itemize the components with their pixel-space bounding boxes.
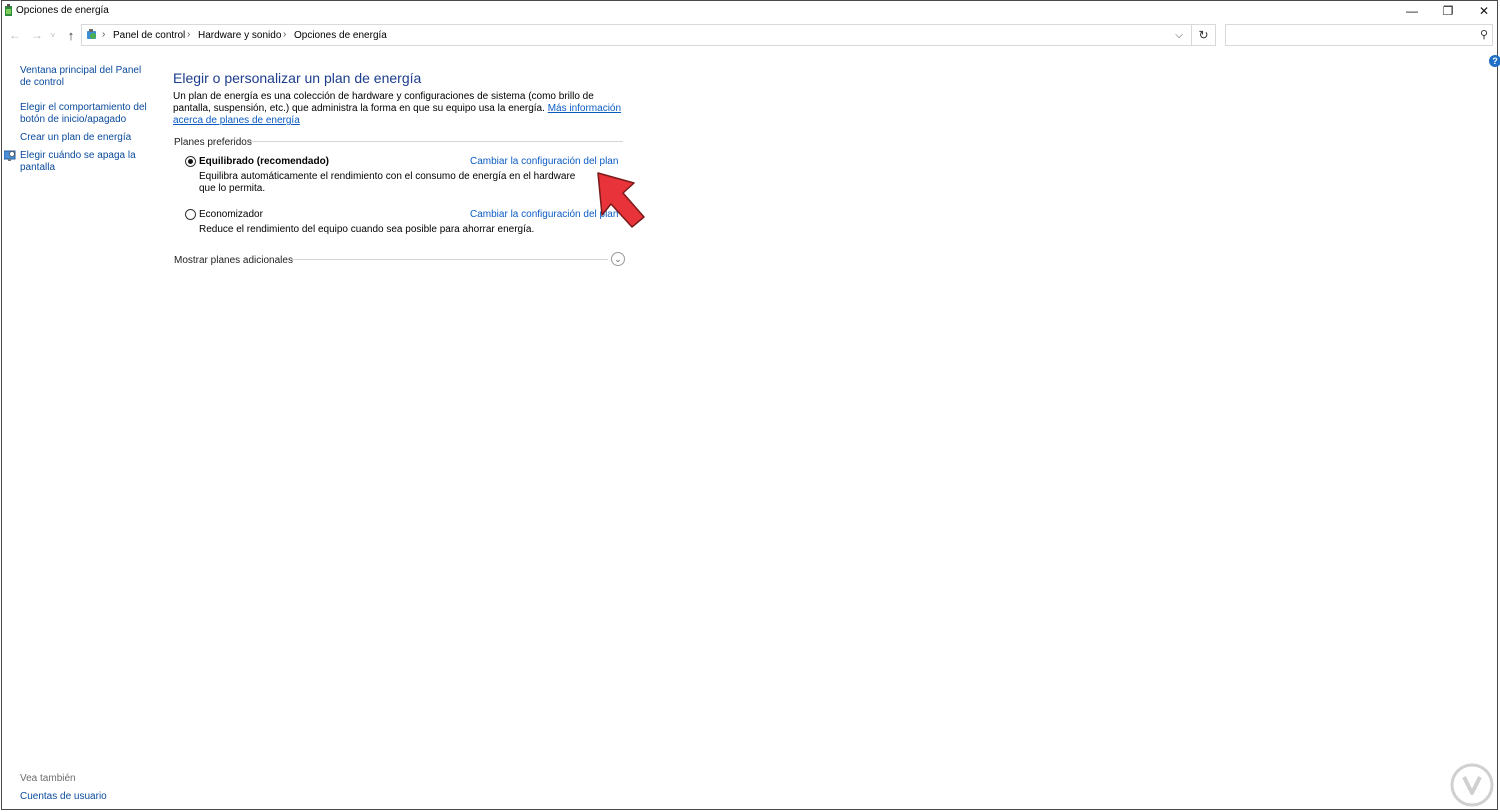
plan-name-power-saver[interactable]: Economizador <box>199 209 263 220</box>
sidebar-link-create-power-plan[interactable]: Crear un plan de energía <box>20 132 150 144</box>
plan-radio-balanced[interactable] <box>185 156 196 167</box>
up-button[interactable]: ↑ <box>62 26 80 44</box>
control-panel-icon <box>87 29 96 39</box>
address-dropdown-icon[interactable]: ⌵ <box>1171 27 1187 43</box>
see-also-label: Vea también <box>20 773 76 784</box>
watermark-logo-icon <box>1450 763 1494 807</box>
recent-locations-button[interactable]: ˅ <box>48 26 58 44</box>
breadcrumb-separator: › <box>187 29 191 40</box>
plan-name-balanced[interactable]: Equilibrado (recomendado) <box>199 156 329 167</box>
back-button[interactable]: ← <box>6 26 24 44</box>
breadcrumb-panel-de-control[interactable]: Panel de control <box>113 30 185 41</box>
sidebar-link-control-panel-home[interactable]: Ventana principal del Panel de control <box>20 65 150 89</box>
sidebar-link-power-button-behavior[interactable]: Elegir el comportamiento del botón de in… <box>20 102 150 126</box>
plan-description-balanced: Equilibra automáticamente el rendimiento… <box>199 171 576 194</box>
change-plan-settings-link-balanced[interactable]: Cambiar la configuración del plan <box>470 156 618 167</box>
expand-chevron-icon[interactable]: ⌄ <box>611 252 625 266</box>
power-options-window: Opciones de energía — ❐ ✕ ← → ˅ ↑ › Pane… <box>1 0 1500 810</box>
sidebar-link-user-accounts[interactable]: Cuentas de usuario <box>20 791 150 803</box>
plan-radio-power-saver[interactable] <box>185 209 196 220</box>
search-icon: ⚲ <box>1479 29 1488 41</box>
minimize-button[interactable]: — <box>1394 1 1430 21</box>
maximize-button[interactable]: ❐ <box>1430 1 1466 21</box>
address-bar[interactable]: › Panel de control › Hardware y sonido ›… <box>81 24 1192 46</box>
close-button[interactable]: ✕ <box>1466 1 1500 21</box>
search-input[interactable]: ⚲ <box>1225 24 1493 46</box>
intro-paragraph: Un plan de energía es una colección de h… <box>173 91 633 127</box>
display-shield-icon <box>4 150 16 161</box>
help-icon[interactable]: ? <box>1489 55 1500 67</box>
section-divider <box>250 141 623 142</box>
forward-button[interactable]: → <box>28 26 46 44</box>
additional-plans-divider <box>290 259 608 260</box>
power-options-icon <box>5 4 12 16</box>
breadcrumb-hardware-y-sonido[interactable]: Hardware y sonido <box>198 30 281 41</box>
show-additional-plans-label[interactable]: Mostrar planes adicionales <box>174 255 293 266</box>
breadcrumb-opciones-de-energia[interactable]: Opciones de energía <box>294 30 387 41</box>
breadcrumb-separator: › <box>283 29 287 40</box>
page-title: Elegir o personalizar un plan de energía <box>173 70 422 86</box>
title-bar: Opciones de energía — ❐ ✕ <box>2 1 1497 21</box>
annotation-arrow-icon <box>597 172 645 228</box>
refresh-button[interactable]: ↻ <box>1192 24 1216 46</box>
sidebar-link-display-off[interactable]: Elegir cuándo se apaga la pantalla <box>20 150 150 174</box>
preferred-plans-label: Planes preferidos <box>174 137 252 148</box>
intro-text: Un plan de energía es una colección de h… <box>173 91 594 114</box>
window-title: Opciones de energía <box>16 5 109 16</box>
plan-description-power-saver: Reduce el rendimiento del equipo cuando … <box>199 224 535 235</box>
breadcrumb-separator: › <box>102 29 106 40</box>
